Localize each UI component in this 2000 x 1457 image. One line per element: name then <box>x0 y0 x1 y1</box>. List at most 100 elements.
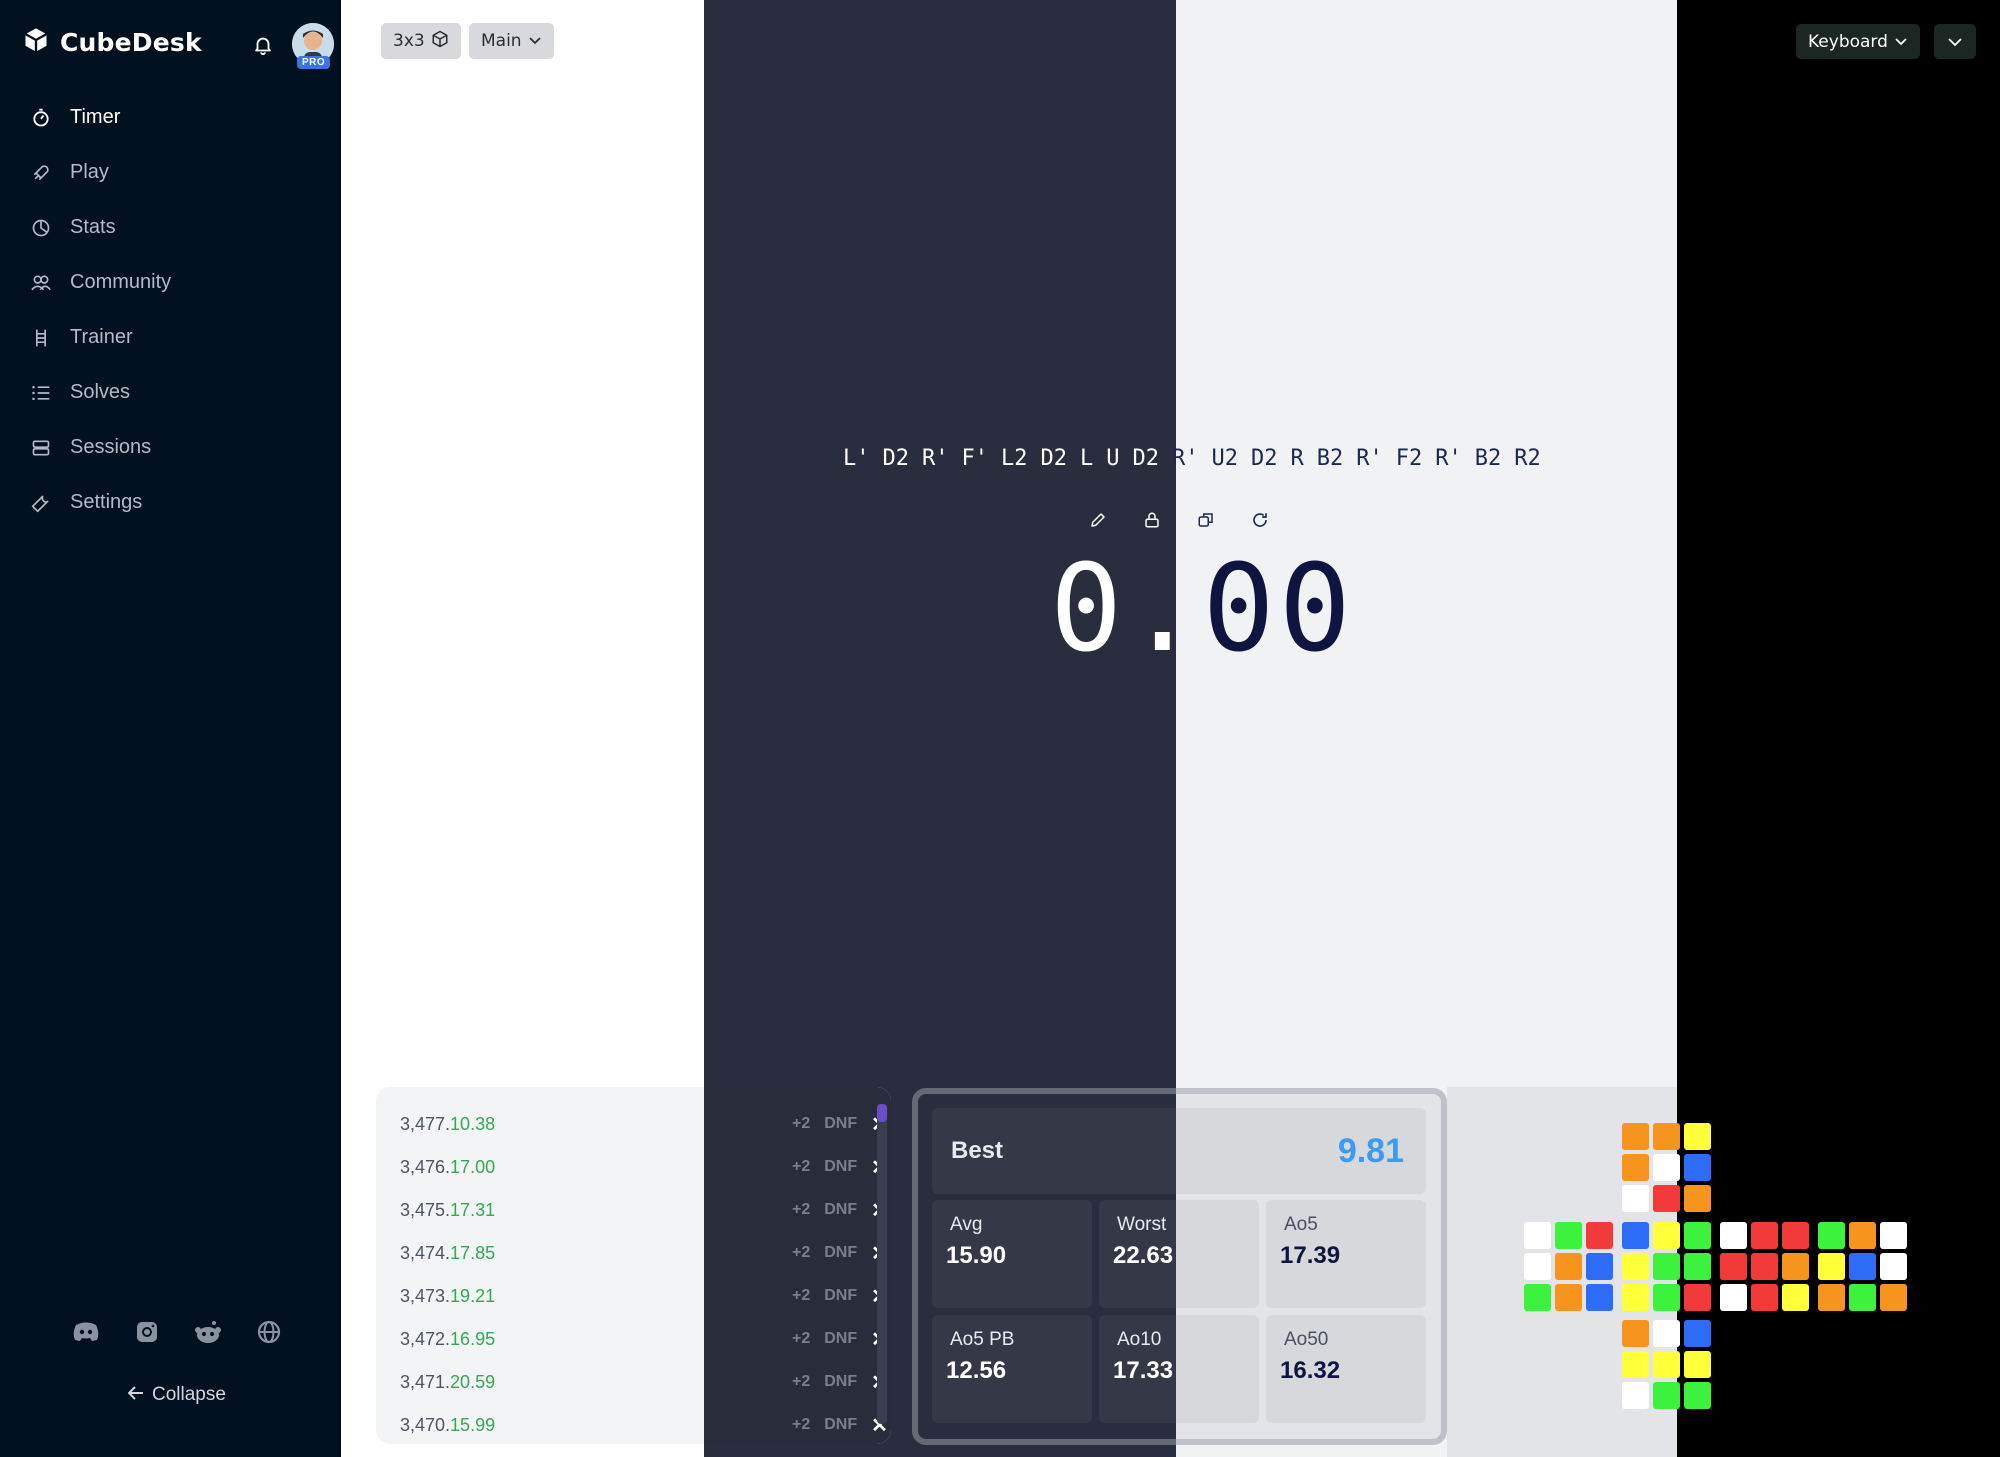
brand[interactable]: CubeDesk <box>22 26 202 59</box>
timer-decimals: 00 <box>1202 540 1355 679</box>
dnf-button[interactable]: DNF <box>824 1115 857 1133</box>
bell-icon[interactable] <box>252 34 274 56</box>
scramble-move: R2 <box>1514 446 1541 471</box>
stat-avg[interactable]: Avg 15.90 <box>932 1200 1092 1308</box>
session-select[interactable]: Main <box>469 23 554 59</box>
sidebar-item-community[interactable]: Community <box>30 255 171 310</box>
discord-icon[interactable] <box>72 1318 100 1346</box>
timer-display[interactable]: 0.00 <box>1050 545 1355 675</box>
collapse-button[interactable]: Collapse <box>127 1384 226 1406</box>
arrow-left-icon <box>127 1384 144 1406</box>
scramble-move: F' <box>961 446 989 471</box>
sidebar-item-timer[interactable]: Timer <box>30 90 171 145</box>
cube-sticker-left <box>1524 1222 1551 1249</box>
refresh-icon[interactable] <box>1247 507 1273 533</box>
sidebar-item-label: Trainer <box>70 326 133 348</box>
plus2-button[interactable]: +2 <box>792 1244 810 1262</box>
list-item[interactable]: 3,470. 15.99 +2 DNF ✕ <box>400 1408 888 1442</box>
stat-best[interactable]: Best 9.81 <box>932 1108 1426 1194</box>
cube-sticker-back <box>1880 1284 1907 1311</box>
sidebar-item-play[interactable]: Play <box>30 145 171 200</box>
input-mode-label: Keyboard <box>1808 31 1888 52</box>
list-item[interactable]: 3,471.20.59 +2DNF✕ <box>400 1365 888 1399</box>
sidebar-item-solves[interactable]: Solves <box>30 365 171 420</box>
cube-sticker-right <box>1782 1253 1809 1280</box>
dnf-button[interactable]: DNF <box>824 1373 857 1391</box>
plus2-button[interactable]: +2 <box>792 1158 810 1176</box>
scramble-move: L <box>1080 446 1094 471</box>
solve-number: 3,473. <box>400 1285 451 1306</box>
cube-sticker-back <box>1849 1222 1876 1249</box>
sidebar-item-trainer[interactable]: Trainer <box>30 310 171 365</box>
lock-icon[interactable] <box>1139 507 1165 533</box>
scramble-move: U <box>1106 446 1120 471</box>
dnf-button[interactable]: DNF <box>824 1416 857 1434</box>
stat-ao10[interactable]: Ao10 17.33 <box>1099 1315 1259 1423</box>
cube-sticker-front <box>1622 1284 1649 1311</box>
scramble-move: D2 <box>1132 446 1160 471</box>
dnf-button[interactable]: DNF <box>824 1330 857 1348</box>
dnf-button[interactable]: DNF <box>824 1244 857 1262</box>
stat-label: Worst <box>1117 1214 1167 1235</box>
sidebar-item-stats[interactable]: Stats <box>30 200 171 255</box>
sidebar-item-label: Community <box>70 271 172 293</box>
dnf-button[interactable]: DNF <box>824 1158 857 1176</box>
cube-type-select[interactable]: 3x3 <box>381 23 461 59</box>
scramble-move: R' <box>1172 446 1199 471</box>
sidebar-item-sessions[interactable]: Sessions <box>30 420 171 475</box>
scramble-text: L' D2 R' F' L2 D2 L U D2 R' U2 D2 R B2 R… <box>843 446 1541 471</box>
stat-ao5-pb[interactable]: Ao5 PB 12.56 <box>932 1315 1092 1423</box>
cube-sticker-right <box>1782 1284 1809 1311</box>
instagram-icon[interactable] <box>133 1318 161 1346</box>
solves-scrollbar[interactable] <box>877 1104 887 1424</box>
cube-sticker-back <box>1849 1253 1876 1280</box>
dnf-button[interactable]: DNF <box>824 1201 857 1219</box>
globe-icon[interactable] <box>255 1318 283 1346</box>
more-options-button[interactable] <box>1934 24 1976 59</box>
cube-sticker-up <box>1653 1123 1680 1150</box>
scramble-move: R' <box>1435 446 1462 471</box>
stat-worst[interactable]: Worst 22.63 <box>1099 1200 1259 1308</box>
list-icon <box>30 382 52 404</box>
solve-time: 17.85 <box>450 1242 496 1263</box>
list-item[interactable]: 3,476.17.00 +2DNF✕ <box>400 1150 888 1184</box>
cube-icon <box>431 30 449 53</box>
pro-badge: PRO <box>297 56 331 69</box>
solves-scroll-thumb[interactable] <box>877 1104 887 1122</box>
plus2-button[interactable]: +2 <box>792 1330 810 1348</box>
solve-number: 3,472. <box>400 1328 451 1349</box>
solve-actions: +2DNF✕ <box>792 1241 888 1266</box>
input-mode-select[interactable]: Keyboard <box>1796 24 1920 59</box>
plus2-button[interactable]: +2 <box>792 1201 810 1219</box>
edit-icon[interactable] <box>1085 507 1111 533</box>
cube-sticker-front <box>1622 1253 1649 1280</box>
cube-sticker-back <box>1818 1222 1845 1249</box>
list-item[interactable]: 3,474.17.85 +2DNF✕ <box>400 1236 888 1270</box>
copy-icon[interactable] <box>1193 507 1219 533</box>
cube-sticker-left <box>1524 1253 1551 1280</box>
cube-sticker-down <box>1622 1320 1649 1347</box>
cube-sticker-front <box>1653 1253 1680 1280</box>
collapse-label: Collapse <box>152 1384 226 1405</box>
stat-value: 9.81 <box>1337 1132 1404 1170</box>
cube-logo-icon <box>22 26 50 59</box>
cube-sticker-up <box>1684 1185 1711 1212</box>
list-item[interactable]: 3,475.17.31 +2DNF✕ <box>400 1193 888 1227</box>
sidebar-item-settings[interactable]: Settings <box>30 475 171 530</box>
cube-sticker-front <box>1622 1222 1649 1249</box>
plus2-button[interactable]: +2 <box>792 1416 810 1434</box>
timer-seconds: 0. <box>1050 540 1203 679</box>
plus2-button[interactable]: +2 <box>792 1115 810 1133</box>
stat-value: 15.90 <box>946 1242 1007 1269</box>
cube-sticker-up <box>1622 1123 1649 1150</box>
list-item[interactable]: 3,473.19.21 +2DNF✕ <box>400 1279 888 1313</box>
dnf-button[interactable]: DNF <box>824 1287 857 1305</box>
reddit-icon[interactable] <box>194 1318 222 1346</box>
cube-sticker-down <box>1653 1320 1680 1347</box>
stat-ao5[interactable]: Ao5 17.39 <box>1266 1200 1426 1308</box>
list-item[interactable]: 3,477.10.38 +2DNF✕ <box>400 1107 888 1141</box>
plus2-button[interactable]: +2 <box>792 1287 810 1305</box>
stat-ao50[interactable]: Ao50 16.32 <box>1266 1315 1426 1423</box>
plus2-button[interactable]: +2 <box>792 1373 810 1391</box>
list-item[interactable]: 3,472.16.95 +2DNF✕ <box>400 1322 888 1356</box>
